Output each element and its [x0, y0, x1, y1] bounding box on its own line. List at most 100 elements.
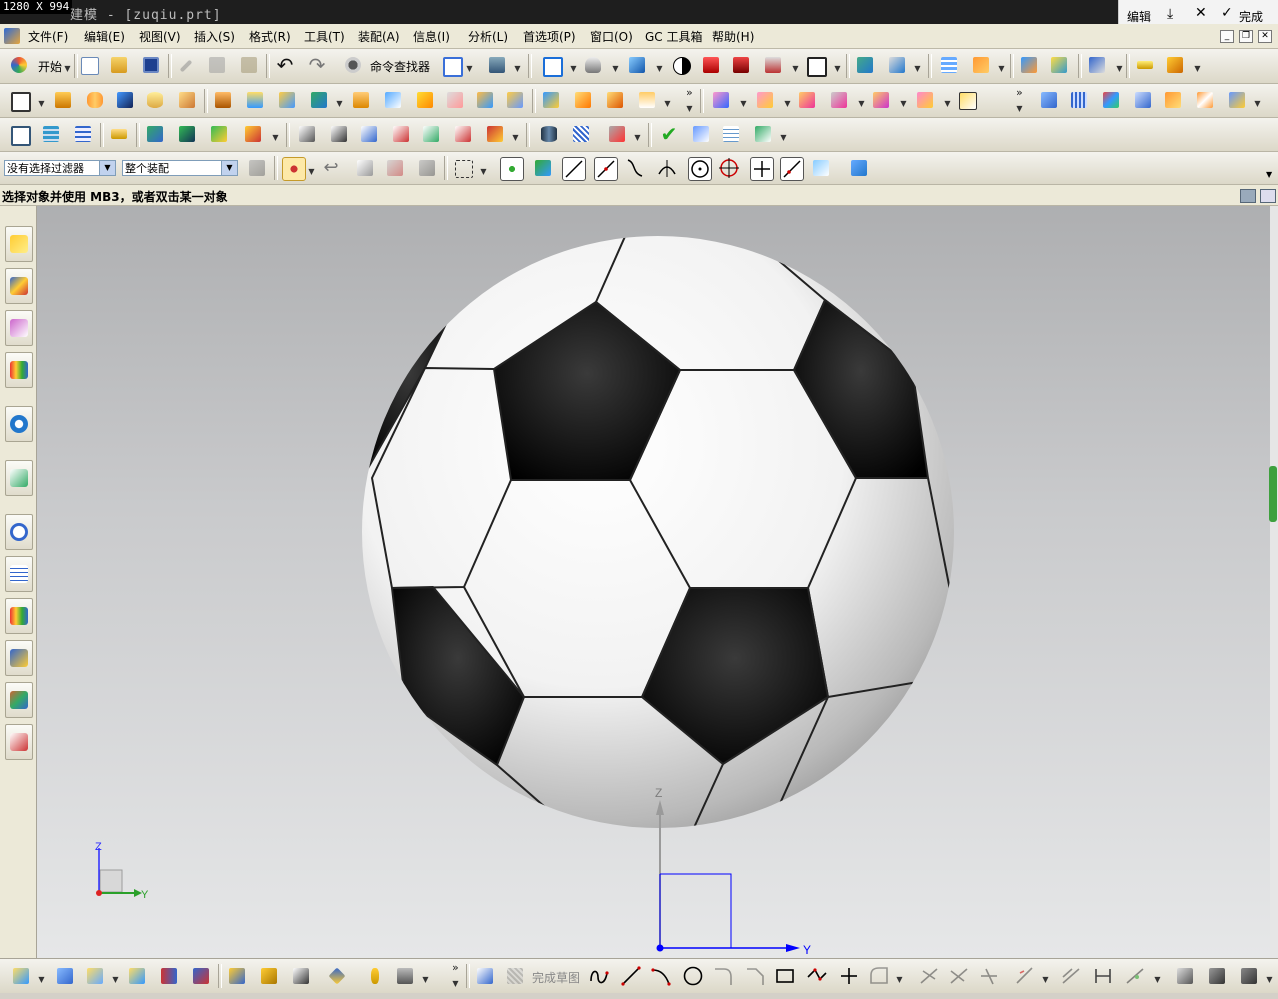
snap-line-button[interactable]: [562, 157, 586, 181]
fit-dropdown[interactable]: ▼: [466, 54, 473, 76]
menu-format[interactable]: 格式(R): [249, 28, 291, 45]
select-features-button[interactable]: [384, 157, 406, 179]
menu-view[interactable]: 视图(V): [139, 28, 181, 45]
finish-sketch-icon-button[interactable]: [504, 965, 526, 987]
studio-surface-button[interactable]: [1226, 89, 1248, 111]
extrude-button[interactable]: [52, 89, 74, 111]
snap-endpoint-button[interactable]: [500, 157, 524, 181]
start-button[interactable]: [8, 54, 30, 76]
hide-show-button[interactable]: [606, 123, 628, 145]
measure-angle-button[interactable]: [1164, 54, 1186, 76]
sketch-point-button[interactable]: [838, 965, 860, 987]
pull-dropdown[interactable]: ▼: [784, 89, 791, 111]
model-view[interactable]: Z Y Z Y: [37, 206, 1270, 958]
gc-button-4[interactable]: [452, 123, 474, 145]
assembly-dropdown[interactable]: ▼: [38, 965, 45, 987]
offset-dropdown[interactable]: ▼: [896, 965, 903, 987]
undo-selection-icon[interactable]: ↩: [320, 157, 342, 179]
zoom-dropdown[interactable]: ▼: [570, 54, 577, 76]
menu-preferences[interactable]: 首选项(P): [523, 28, 576, 45]
finish-sketch-label[interactable]: 完成草图: [532, 969, 580, 986]
bridge-button[interactable]: [1194, 89, 1216, 111]
component-button[interactable]: [54, 965, 76, 987]
add-component-dropdown[interactable]: ▼: [112, 965, 119, 987]
edge-blend-button[interactable]: [414, 89, 436, 111]
rectangle-select-dropdown[interactable]: ▼: [480, 157, 487, 179]
wave-geometry-button[interactable]: [328, 123, 350, 145]
select-dropdown[interactable]: ▼: [514, 54, 521, 76]
n-sided-button[interactable]: [1162, 89, 1184, 111]
render-style-button[interactable]: [582, 54, 604, 76]
snap-button[interactable]: [1086, 54, 1108, 76]
trim-body-button[interactable]: [604, 89, 626, 111]
command-finder-button[interactable]: [342, 54, 364, 76]
resize-blend-button[interactable]: [870, 89, 892, 111]
hd3d-tools-tab[interactable]: [5, 406, 33, 442]
assembly-button[interactable]: [10, 965, 32, 987]
mirror-assembly-button[interactable]: [158, 965, 180, 987]
pattern-button[interactable]: [540, 89, 562, 111]
zoom-fit-button[interactable]: [540, 54, 563, 77]
menu-window[interactable]: 窗口(O): [590, 28, 633, 45]
menu-assemblies[interactable]: 装配(A): [358, 28, 400, 45]
rectangle-select-button[interactable]: [452, 157, 474, 179]
replace-face-button[interactable]: [828, 89, 850, 111]
minimize-icon[interactable]: _: [1220, 30, 1234, 43]
redo-icon[interactable]: ↷: [306, 54, 328, 76]
create-component-button[interactable]: [126, 965, 148, 987]
delete-face-dropdown[interactable]: ▼: [944, 89, 951, 111]
update-model-button[interactable]: [1238, 965, 1260, 987]
offset-region-button[interactable]: [796, 89, 818, 111]
edit-feature-button[interactable]: [144, 123, 166, 145]
view-frame-dropdown[interactable]: ▼: [834, 54, 841, 76]
constraint-navigator-tab[interactable]: [5, 268, 33, 304]
snap-center-button[interactable]: [688, 157, 712, 181]
replace-dropdown[interactable]: ▼: [858, 89, 865, 111]
open-button[interactable]: [108, 54, 130, 76]
hide-show-dropdown[interactable]: ▼: [634, 123, 641, 145]
assembly-constraints-button[interactable]: [190, 965, 212, 987]
revolve-button[interactable]: [84, 89, 106, 111]
dimension-button[interactable]: [1092, 965, 1114, 987]
measure-distance-button[interactable]: [1134, 54, 1156, 76]
wireframe-button[interactable]: [700, 54, 722, 76]
process-studio-tab[interactable]: [5, 556, 33, 592]
pad-button[interactable]: [276, 89, 298, 111]
sync-dropdown[interactable]: ▼: [740, 89, 747, 111]
close-icon[interactable]: ✕: [1195, 5, 1207, 21]
layer-settings-button[interactable]: [40, 123, 62, 145]
quick-trim-button[interactable]: [918, 965, 940, 987]
feature-dropdown[interactable]: ▼: [272, 123, 279, 145]
exploded-view-button[interactable]: [258, 965, 280, 987]
surface-dropdown[interactable]: ▼: [1254, 89, 1261, 111]
menu-information[interactable]: 信息(I): [413, 28, 450, 45]
gc-button-2[interactable]: [390, 123, 412, 145]
sketch-button[interactable]: [970, 54, 992, 76]
pull-face-button[interactable]: [754, 89, 776, 111]
pocket-button[interactable]: [308, 89, 330, 111]
start-label[interactable]: 开始: [38, 58, 62, 75]
snap-point-button[interactable]: [282, 157, 306, 181]
move-to-layer-button[interactable]: [72, 123, 94, 145]
snap-existing-point-button[interactable]: [780, 157, 804, 181]
role-tab[interactable]: [5, 640, 33, 676]
routing-button[interactable]: [752, 123, 774, 145]
snap-bounded-button[interactable]: [848, 157, 870, 179]
select-bodies-button[interactable]: [416, 157, 438, 179]
split-dropdown[interactable]: ▼: [664, 89, 671, 111]
pocket-dropdown[interactable]: ▼: [336, 89, 343, 111]
snap-tangent-button[interactable]: [656, 157, 678, 179]
cue-expand-icon[interactable]: [1260, 189, 1276, 203]
app-logo-icon[interactable]: [4, 28, 20, 44]
undo-icon[interactable]: ↶: [274, 54, 296, 76]
draft-button[interactable]: [504, 89, 526, 111]
profile-button[interactable]: [588, 965, 610, 987]
gc-button-5[interactable]: [484, 123, 506, 145]
selection-bar-dropdown[interactable]: ▼: [1266, 170, 1272, 179]
shaded-dropdown[interactable]: ▼: [656, 54, 663, 76]
analyze-button[interactable]: [1018, 54, 1040, 76]
measure-dropdown[interactable]: ▼: [1194, 54, 1201, 76]
sketch-arc-button[interactable]: [650, 965, 672, 987]
new-button[interactable]: [78, 54, 100, 76]
vertical-scrollbar[interactable]: [1270, 206, 1278, 958]
